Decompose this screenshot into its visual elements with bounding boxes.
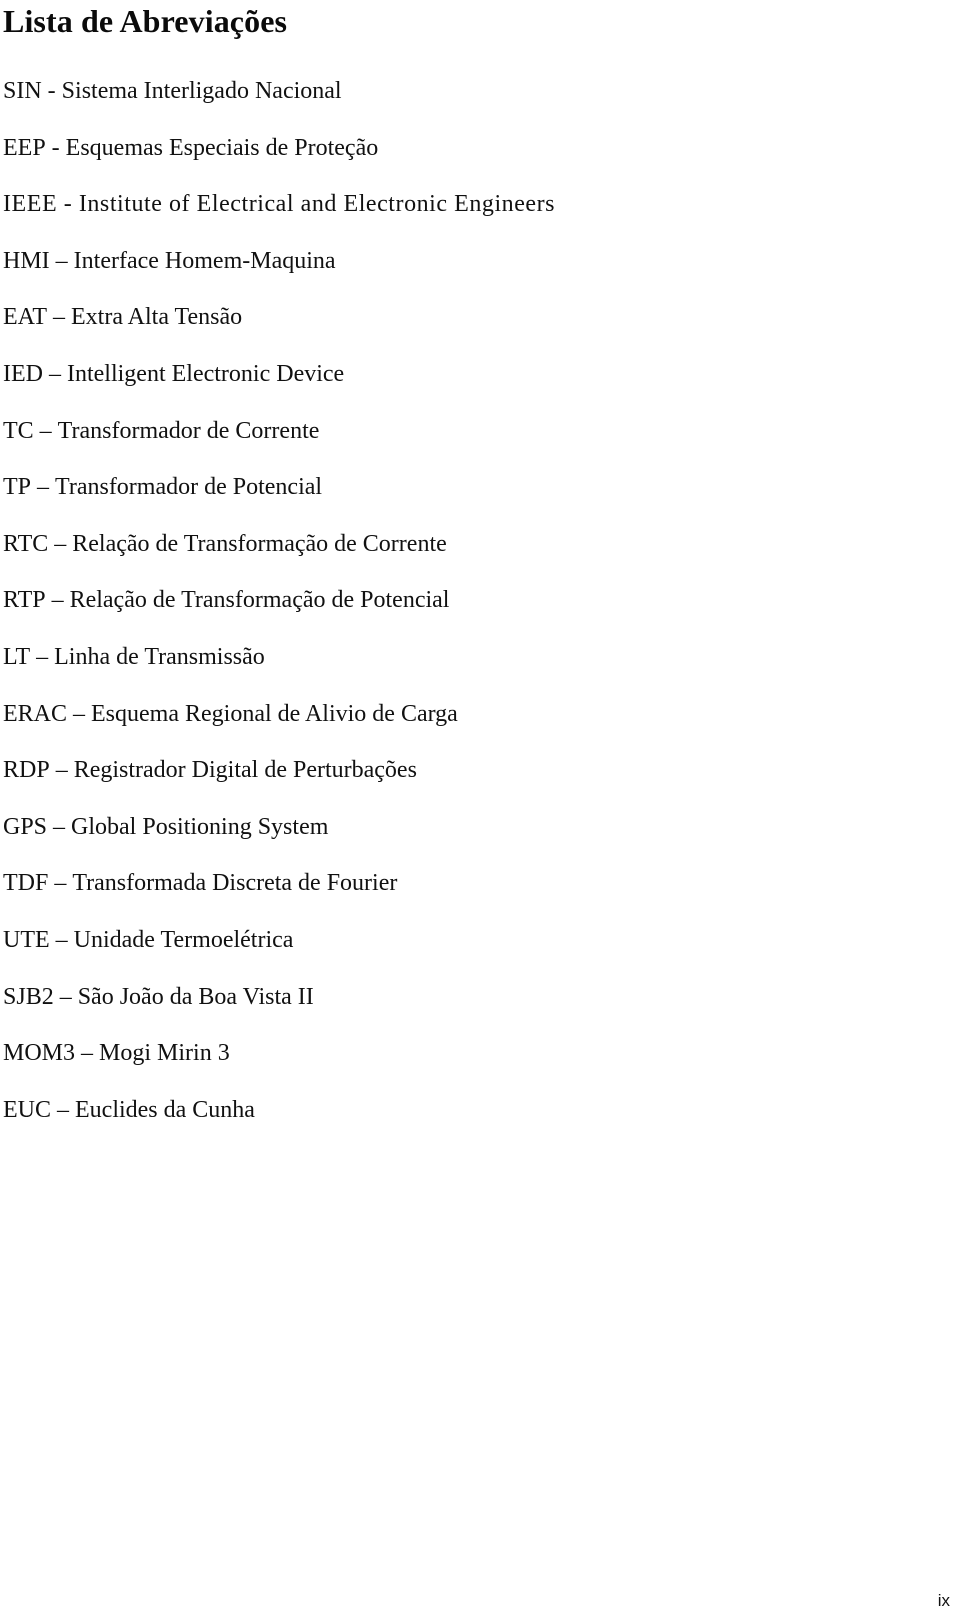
abbreviation-separator: – [75,1040,100,1067]
abbreviation-entry: SJB2 – São João da Boa Vista II [3,955,957,1012]
abbreviation-entry: RTP – Relação de Transformação de Potenc… [3,559,957,616]
abbreviation-entry: MOM3 – Mogi Mirin 3 [3,1012,957,1069]
abbreviation-entry: IEEE - Institute of Electrical and Elect… [3,163,957,220]
abbreviation-definition: Institute of Electrical and Electronic E… [78,191,556,218]
abbreviation-term: HMI [3,247,50,274]
abbreviation-separator: – [53,983,78,1010]
abbreviation-entry: ERAC – Esquema Regional de Alivio de Car… [3,672,957,729]
abbreviation-term: GPS [3,813,48,840]
abbreviation-definition: Linha de Transmissão [54,643,265,670]
abbreviation-entry: TC – Transformador de Corrente [3,389,957,446]
abbreviation-term: RDP [3,757,50,784]
page-content: Lista de Abreviações SIN - Sistema Inter… [3,0,957,1125]
abbreviation-definition: Sistema Interligado Nacional [61,78,342,104]
abbreviation-definition: São João da Boa Vista II [77,983,314,1010]
abbreviation-entry: TP – Transformador de Potencial [3,446,957,503]
abbreviation-definition: Transformada Discreta de Fourier [72,870,398,897]
abbreviation-separator: – [48,530,73,557]
abbreviation-entry: GPS – Global Positioning System [3,785,957,842]
abbreviation-list: SIN - Sistema Interligado Nacional EEP - … [3,40,957,1125]
document-page: Lista de Abreviações SIN - Sistema Inter… [0,0,960,1617]
abbreviation-term: ERAC [3,700,68,727]
abbreviation-term: TDF [3,870,49,897]
abbreviation-separator: – [42,360,67,387]
abbreviation-term: TC [3,417,34,444]
abbreviation-definition: Extra Alta Tensão [71,304,243,331]
abbreviation-term: EAT [3,304,47,331]
abbreviation-separator: – [49,926,74,953]
abbreviation-separator: – [45,587,70,614]
abbreviation-term: IEEE [3,191,58,218]
abbreviation-term: MOM3 [3,1040,76,1067]
abbreviation-definition: Relação de Transformação de Potencial [69,587,450,614]
abbreviation-term: SJB2 [3,983,54,1010]
abbreviation-entry: EEP - Esquemas Especiais de Proteção [3,106,957,163]
abbreviation-separator: – [49,247,74,274]
abbreviation-entry: RDP – Registrador Digital de Perturbaçõe… [3,729,957,786]
abbreviation-definition: Transformador de Corrente [57,417,320,444]
abbreviation-separator: – [47,813,72,840]
abbreviation-definition: Relação de Transformação de Corrente [72,530,447,557]
abbreviation-entry: RTC – Relação de Transformação de Corren… [3,502,957,559]
abbreviation-separator: – [31,474,56,501]
abbreviation-entry: UTE – Unidade Termoelétrica [3,898,957,955]
abbreviation-separator: – [51,1096,75,1123]
abbreviation-term: RTP [3,587,46,614]
abbreviation-entry: HMI – Interface Homem-Maquina [3,219,957,276]
abbreviation-definition: Global Positioning System [71,813,329,840]
abbreviation-definition: Registrador Digital de Perturbações [73,757,417,784]
abbreviation-entry: IED – Intelligent Electronic Device [3,332,957,389]
page-title: Lista de Abreviações [3,3,288,39]
abbreviation-entry: SIN - Sistema Interligado Nacional [3,40,957,106]
abbreviation-separator: – [49,757,74,784]
abbreviation-entry: TDF – Transformada Discreta de Fourier [3,842,957,899]
abbreviation-separator: – [30,643,55,670]
abbreviation-entry: EUC – Euclides da Cunha [3,1068,957,1125]
abbreviation-entry: LT – Linha de Transmissão [3,615,957,672]
abbreviation-term: RTC [3,530,49,557]
abbreviation-term: LT [3,643,31,670]
abbreviation-separator: – [67,700,92,727]
abbreviation-term: IED [3,360,43,387]
abbreviation-definition: Esquemas Especiais de Proteção [65,134,379,161]
abbreviation-separator: – [48,870,73,897]
abbreviation-definition: Esquema Regional de Alivio de Carga [91,700,458,727]
page-number: ix [937,1591,950,1610]
abbreviation-term: UTE [3,926,50,953]
abbreviation-definition: Interface Homem-Maquina [73,247,336,274]
abbreviation-separator: - [45,134,66,161]
abbreviation-term: EEP [3,134,46,161]
abbreviation-definition: Mogi Mirin 3 [99,1040,230,1067]
abbreviation-separator: – [33,417,58,444]
abbreviation-term: TP [3,474,32,501]
abbreviation-separator: - [41,78,62,104]
abbreviation-definition: Transformador de Potencial [55,474,323,501]
abbreviation-definition: Intelligent Electronic Device [66,360,345,387]
abbreviation-definition: Unidade Termoelétrica [73,926,294,953]
abbreviation-separator: – [47,304,71,331]
abbreviation-entry: EAT – Extra Alta Tensão [3,276,957,333]
abbreviation-term: EUC [3,1096,51,1123]
abbreviation-term: SIN [3,78,42,104]
abbreviation-definition: Euclides da Cunha [75,1096,255,1123]
abbreviation-separator: - [57,191,79,218]
